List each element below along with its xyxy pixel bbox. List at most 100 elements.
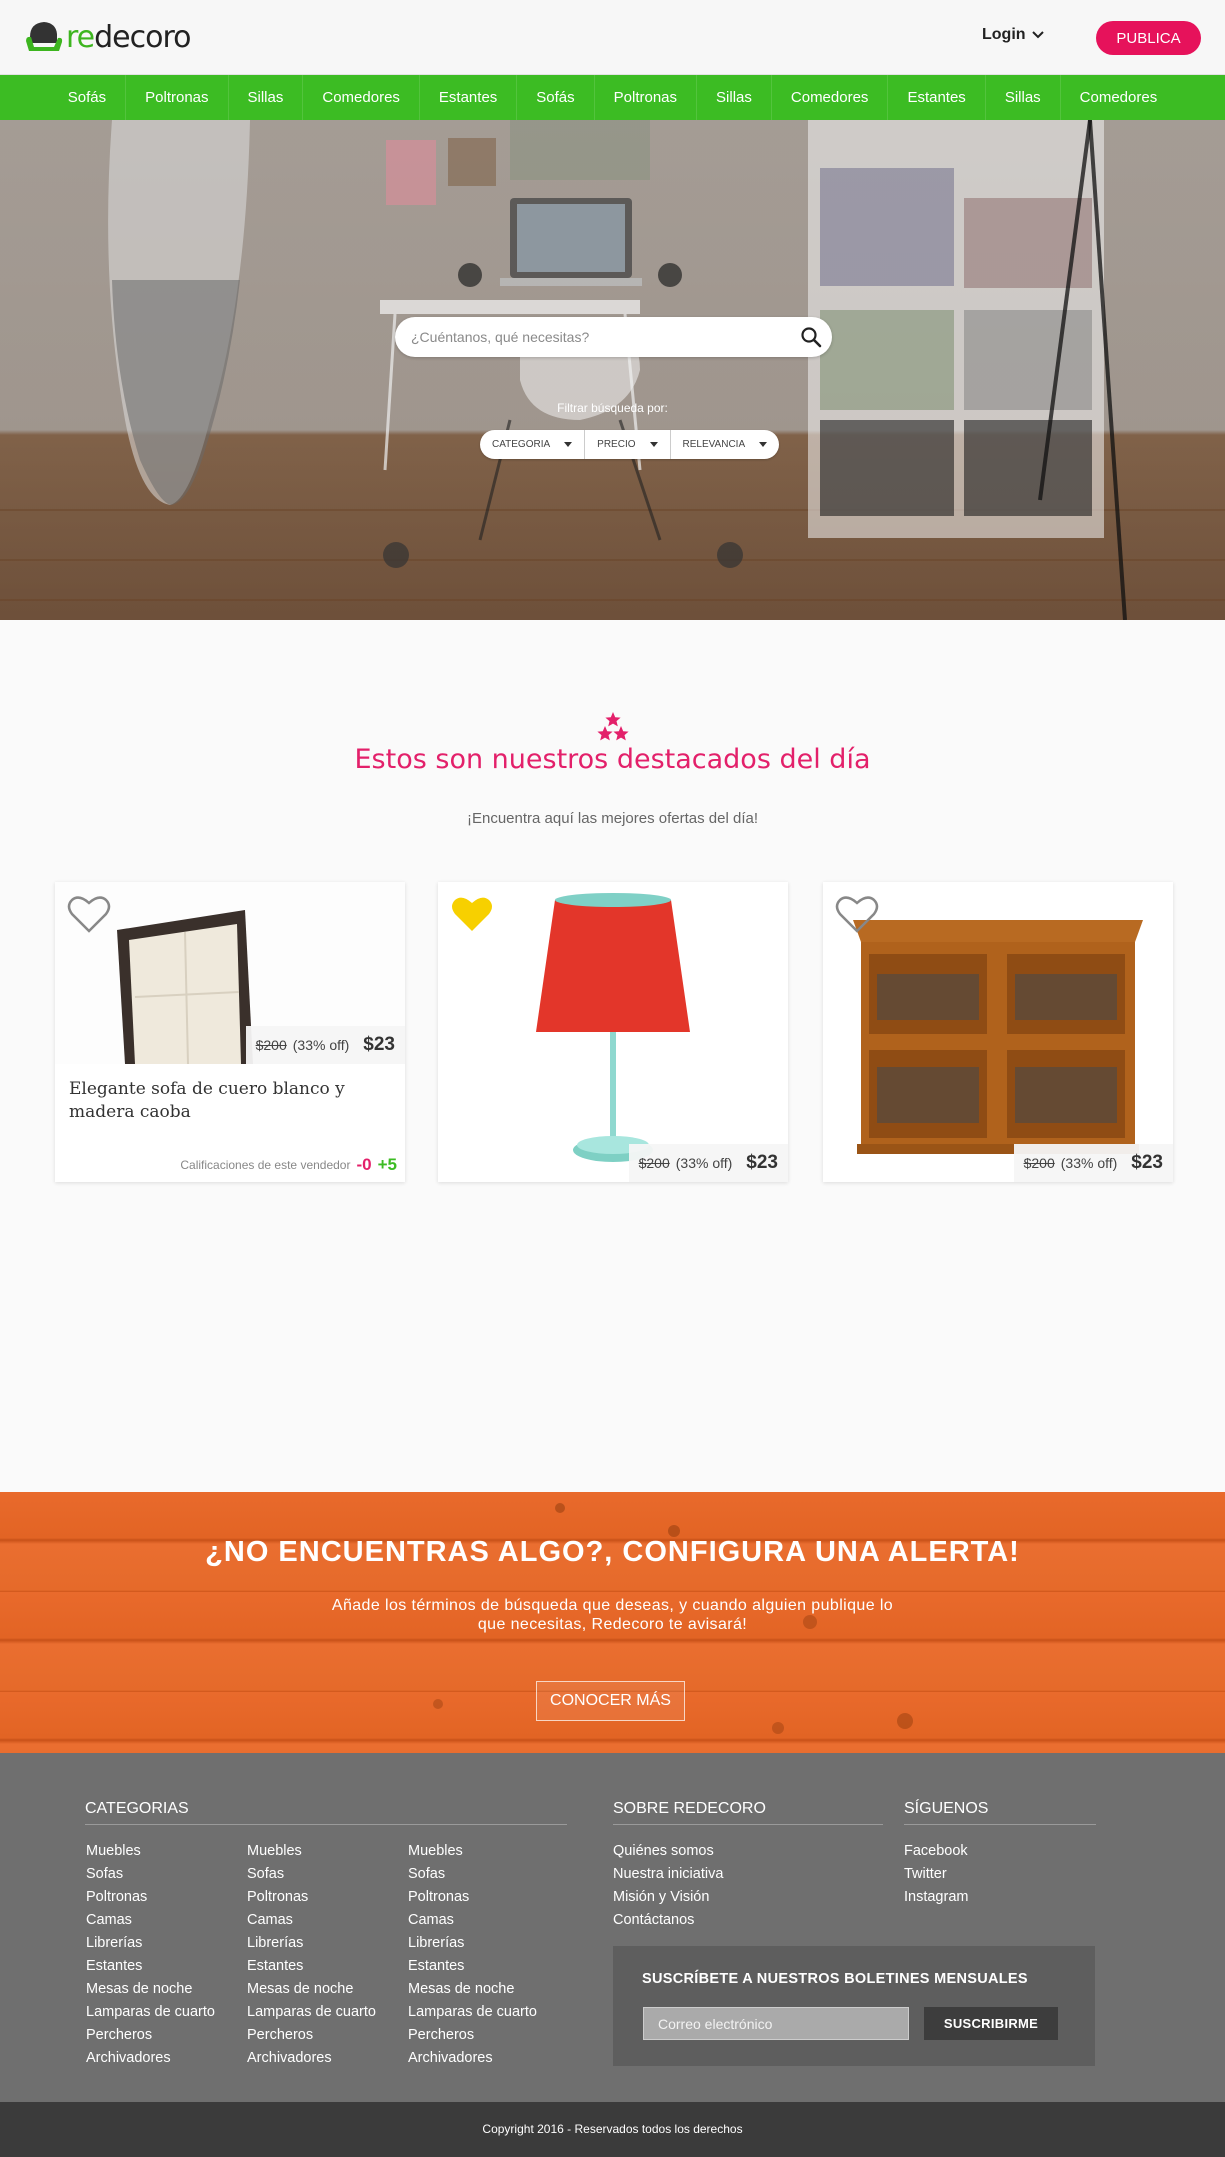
- footer-link-facebook[interactable]: Facebook: [904, 1840, 968, 1863]
- alert-title: ¿NO ENCUENTRAS ALGO?, CONFIGURA UNA ALER…: [205, 1536, 1020, 1568]
- filter-category[interactable]: CATEGORIA: [480, 430, 584, 459]
- price-tag: $200 (33% off) $23: [628, 1144, 788, 1182]
- filter-price[interactable]: PRECIO: [584, 430, 669, 459]
- footer-link[interactable]: Percheros: [408, 2024, 537, 2047]
- site-header: redecoro Login PUBLICA: [0, 0, 1225, 75]
- nav-item-estantes[interactable]: Estantes: [418, 75, 516, 120]
- heart-filled-icon[interactable]: [450, 894, 494, 934]
- heart-outline-icon[interactable]: [67, 894, 111, 934]
- search-input[interactable]: [411, 317, 781, 357]
- nav-item-poltronas[interactable]: Poltronas: [125, 75, 227, 120]
- footer-link[interactable]: Lamparas de cuarto: [86, 2001, 215, 2024]
- search-icon[interactable]: [800, 326, 822, 348]
- old-price: $200: [638, 1155, 670, 1171]
- footer-link-instagram[interactable]: Instagram: [904, 1886, 968, 1909]
- footer-link[interactable]: Archivadores: [86, 2047, 215, 2070]
- footer-link[interactable]: Percheros: [86, 2024, 215, 2047]
- logo[interactable]: redecoro: [24, 16, 192, 58]
- footer-link[interactable]: Nuestra iniciativa: [613, 1863, 723, 1886]
- chevron-down-icon: [1031, 31, 1044, 39]
- footer-social-links: Facebook Twitter Instagram: [904, 1840, 968, 1909]
- rating-positive: +5: [377, 1155, 397, 1174]
- footer-link[interactable]: Poltronas: [86, 1886, 215, 1909]
- footer-link-twitter[interactable]: Twitter: [904, 1863, 968, 1886]
- footer-link[interactable]: Lamparas de cuarto: [408, 2001, 537, 2024]
- footer-link[interactable]: Archivadores: [247, 2047, 376, 2070]
- footer-link[interactable]: Librerías: [408, 1932, 537, 1955]
- footer-link[interactable]: Librerías: [86, 1932, 215, 1955]
- filter-label: Filtrar búsqueda por:: [557, 401, 668, 415]
- footer-link[interactable]: Mesas de noche: [247, 1978, 376, 2001]
- footer-about-title: SOBRE REDECORO: [613, 1800, 883, 1825]
- footer-categories-col-3: Muebles Sofas Poltronas Camas Librerías …: [408, 1840, 537, 2070]
- footer-link[interactable]: Camas: [247, 1909, 376, 1932]
- rating-label: Calificaciones de este vendedor: [180, 1158, 351, 1172]
- footer-link[interactable]: Mesas de noche: [86, 1978, 215, 2001]
- rating-negative: -0: [356, 1155, 372, 1174]
- discount-label: (33% off): [675, 1155, 733, 1171]
- footer-link[interactable]: Quiénes somos: [613, 1840, 723, 1863]
- current-price: $23: [746, 1152, 778, 1173]
- product-card[interactable]: $200 (33% off) $23: [438, 882, 788, 1182]
- footer-link[interactable]: Contáctanos: [613, 1909, 723, 1932]
- footer-link[interactable]: Camas: [408, 1909, 537, 1932]
- footer-link[interactable]: Muebles: [247, 1840, 376, 1863]
- caret-down-icon: [649, 442, 658, 447]
- subscribe-button[interactable]: SUSCRIBIRME: [924, 2007, 1058, 2040]
- hero-banner: Filtrar búsqueda por: CATEGORIA PRECIO R…: [0, 120, 1225, 620]
- heart-outline-icon[interactable]: [835, 894, 879, 934]
- nav-item-comedores[interactable]: Comedores: [302, 75, 419, 120]
- footer-link[interactable]: Lamparas de cuarto: [247, 2001, 376, 2024]
- footer-link[interactable]: Estantes: [247, 1955, 376, 1978]
- featured-subtitle: ¡Encuentra aquí las mejores ofertas del …: [467, 810, 758, 827]
- footer-categories-col-1: Muebles Sofas Poltronas Camas Librerías …: [86, 1840, 215, 2070]
- category-nav: Sofás Poltronas Sillas Comedores Estante…: [0, 75, 1225, 120]
- nav-item-sillas[interactable]: Sillas: [984, 75, 1060, 120]
- newsletter-title: SUSCRÍBETE A NUESTROS BOLETINES MENSUALE…: [642, 1971, 1028, 1987]
- footer-link[interactable]: Muebles: [86, 1840, 215, 1863]
- publish-button[interactable]: PUBLICA: [1096, 21, 1201, 55]
- filter-relevance[interactable]: RELEVANCIA: [669, 430, 780, 459]
- discount-label: (33% off): [1060, 1155, 1118, 1171]
- nav-item-estantes[interactable]: Estantes: [887, 75, 984, 120]
- nav-item-sillas[interactable]: Sillas: [696, 75, 771, 120]
- nav-item-sofas[interactable]: Sofás: [49, 75, 125, 120]
- product-card[interactable]: $200 (33% off) $23 Elegante sofa de cuer…: [55, 882, 405, 1182]
- footer-link[interactable]: Archivadores: [408, 2047, 537, 2070]
- site-footer: CATEGORIAS Muebles Sofas Poltronas Camas…: [0, 1753, 1225, 2102]
- logo-text: redecoro: [66, 20, 192, 55]
- product-title: Elegante sofa de cuero blanco y madera c…: [69, 1079, 345, 1122]
- footer-link[interactable]: Librerías: [247, 1932, 376, 1955]
- learn-more-button[interactable]: CONOCER MÁS: [536, 1681, 685, 1721]
- footer-categories-title: CATEGORIAS: [85, 1800, 567, 1825]
- footer-link[interactable]: Poltronas: [247, 1886, 376, 1909]
- alert-subtitle: Añade los términos de búsqueda que desea…: [331, 1597, 894, 1633]
- email-field[interactable]: [643, 2007, 909, 2040]
- footer-link[interactable]: Sofas: [408, 1863, 537, 1886]
- footer-link[interactable]: Sofas: [247, 1863, 376, 1886]
- nav-item-poltronas[interactable]: Poltronas: [593, 75, 696, 120]
- footer-link[interactable]: Muebles: [408, 1840, 537, 1863]
- footer-link[interactable]: Estantes: [86, 1955, 215, 1978]
- footer-link[interactable]: Estantes: [408, 1955, 537, 1978]
- product-card[interactable]: $200 (33% off) $23: [823, 882, 1173, 1182]
- footer-link[interactable]: Misión y Visión: [613, 1886, 723, 1909]
- footer-link[interactable]: Poltronas: [408, 1886, 537, 1909]
- filter-category-label: CATEGORIA: [492, 439, 551, 450]
- footer-link[interactable]: Sofas: [86, 1863, 215, 1886]
- old-price: $200: [255, 1037, 287, 1053]
- login-menu[interactable]: Login: [982, 26, 1044, 44]
- footer-link[interactable]: Mesas de noche: [408, 1978, 537, 2001]
- nav-item-sofas[interactable]: Sofás: [516, 75, 593, 120]
- filter-price-label: PRECIO: [597, 439, 636, 450]
- footer-link[interactable]: Percheros: [247, 2024, 376, 2047]
- search-bar: [395, 317, 832, 357]
- current-price: $23: [1131, 1152, 1163, 1173]
- price-tag: $200 (33% off) $23: [245, 1026, 405, 1064]
- old-price: $200: [1023, 1155, 1055, 1171]
- nav-item-comedores[interactable]: Comedores: [1059, 75, 1177, 120]
- nav-item-sillas[interactable]: Sillas: [227, 75, 303, 120]
- nav-item-comedores[interactable]: Comedores: [770, 75, 888, 120]
- caret-down-icon: [564, 442, 573, 447]
- footer-link[interactable]: Camas: [86, 1909, 215, 1932]
